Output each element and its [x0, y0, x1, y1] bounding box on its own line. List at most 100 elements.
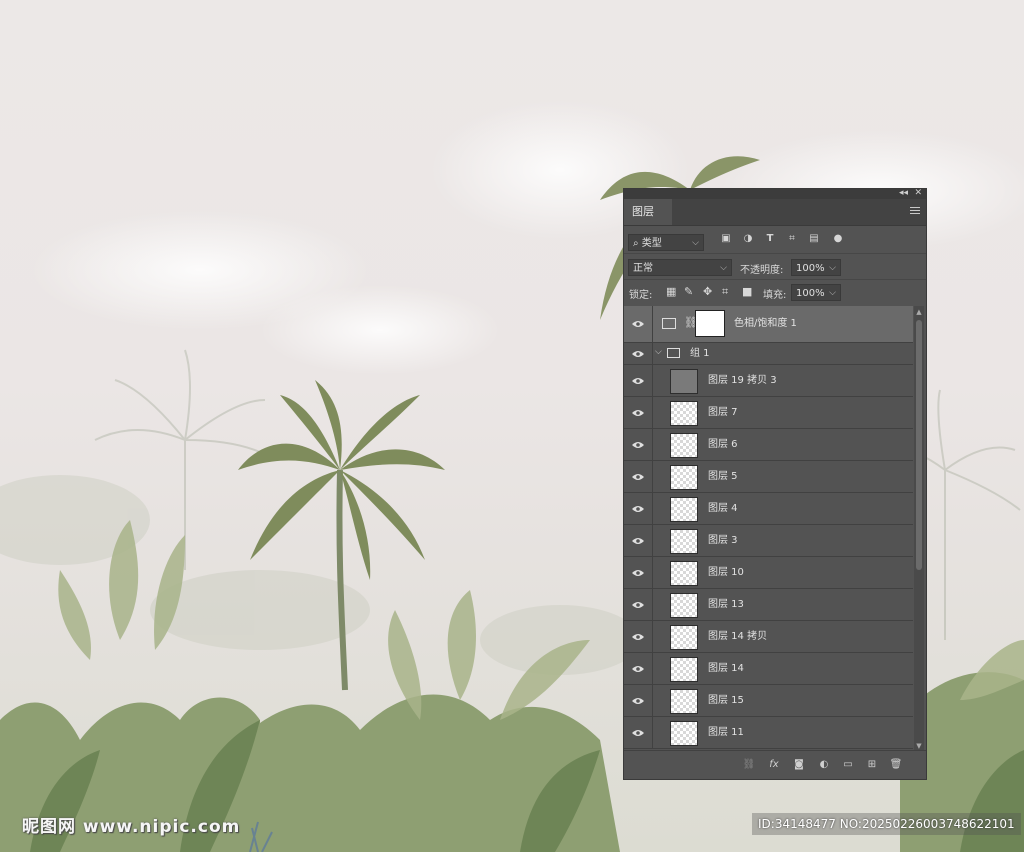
link-layers-icon[interactable]: ⛓ — [742, 759, 756, 771]
eye-icon[interactable] — [632, 441, 644, 449]
panel-menu-icon[interactable] — [910, 207, 920, 216]
adjustment-icon — [662, 318, 676, 329]
layer-row[interactable]: 图层 13 — [624, 589, 913, 621]
eye-icon[interactable] — [632, 350, 644, 358]
layer-name: 图层 5 — [708, 470, 738, 482]
blend-row: 正常 ⌵ 不透明度: 100% ⌵ — [624, 253, 926, 278]
lock-brush-icon[interactable]: ✎ — [684, 285, 693, 298]
layer-row[interactable]: 图层 3 — [624, 525, 913, 557]
lock-transparent-icon[interactable]: ▦ — [666, 285, 676, 298]
eye-icon[interactable] — [632, 377, 644, 385]
layer-name: 图层 6 — [708, 438, 738, 450]
layer-name: 图层 7 — [708, 406, 738, 418]
scroll-down-icon[interactable]: ▼ — [914, 742, 924, 750]
layers-scrollbar[interactable]: ▲ ▼ — [914, 306, 924, 752]
image-id-watermark: ID:34148477 NO:20250226003748622101 — [752, 813, 1021, 835]
layer-row[interactable]: 图层 6 — [624, 429, 913, 461]
layer-thumbnail[interactable] — [670, 689, 698, 714]
layer-row[interactable]: 图层 10 — [624, 557, 913, 589]
layer-mask-thumbnail[interactable] — [695, 310, 725, 337]
eye-icon[interactable] — [632, 409, 644, 417]
layer-row[interactable]: 图层 7 — [624, 397, 913, 429]
add-mask-icon[interactable]: ◙ — [792, 759, 806, 771]
opacity-field[interactable]: 100% ⌵ — [791, 259, 841, 276]
chevron-down-icon[interactable]: ⌵ — [655, 347, 662, 357]
eye-icon[interactable] — [632, 537, 644, 545]
adjustment-layer-icon[interactable]: ◐ — [817, 759, 831, 771]
layer-thumbnail[interactable] — [670, 401, 698, 426]
layer-thumbnail[interactable] — [670, 465, 698, 490]
eye-icon[interactable] — [632, 633, 644, 641]
layer-thumbnail[interactable] — [670, 657, 698, 682]
tab-layers[interactable]: 图层 — [624, 199, 672, 225]
scrollbar-thumb[interactable] — [916, 320, 922, 570]
fx-icon[interactable]: fx — [767, 759, 781, 771]
chevron-down-icon: ⌵ — [692, 238, 699, 248]
eye-icon[interactable] — [632, 473, 644, 481]
eye-icon[interactable] — [632, 601, 644, 609]
panel-titlebar[interactable]: ◂◂ ✕ — [624, 188, 926, 199]
close-icon[interactable]: ✕ — [914, 188, 922, 198]
adjustment-filter-icon[interactable]: ◑ — [741, 233, 755, 245]
eye-icon[interactable] — [632, 505, 644, 513]
opacity-label: 不透明度: — [740, 265, 784, 276]
smart-object-filter-icon[interactable]: ▤ — [807, 233, 821, 245]
lock-all-icon[interactable]: ■ — [742, 285, 752, 298]
scroll-up-icon[interactable]: ▲ — [914, 308, 924, 316]
layers-list: ⛓ 色相/饱和度 1 ⌵ 组 1 图层 19 拷贝 3 图层 7 图层 6 图层… — [624, 306, 913, 752]
layer-row[interactable]: 图层 5 — [624, 461, 913, 493]
layer-row[interactable]: 图层 14 拷贝 — [624, 621, 913, 653]
layers-panel: ◂◂ ✕ 图层 ⌕ 类型 ⌵ ▣ ◑ T ⌗ ▤ ● 正常 ⌵ 不透明度: 10… — [623, 188, 927, 780]
layer-name: 图层 13 — [708, 598, 744, 610]
eye-icon[interactable] — [632, 569, 644, 577]
group-row[interactable]: ⌵ 组 1 — [624, 343, 913, 365]
layer-name: 图层 14 拷贝 — [708, 630, 768, 642]
filter-toggle-icon[interactable]: ● — [831, 233, 845, 245]
layer-row[interactable]: 图层 19 拷贝 3 — [624, 365, 913, 397]
search-icon: ⌕ — [633, 238, 639, 249]
layer-row[interactable]: 图层 11 — [624, 717, 913, 749]
layer-name: 图层 15 — [708, 694, 744, 706]
fill-label: 填充: — [763, 290, 787, 301]
layer-thumbnail[interactable] — [670, 497, 698, 522]
lock-row: 锁定: ▦ ✎ ✥ ⌗ ■ 填充: 100% ⌵ — [624, 279, 926, 304]
layer-name: 图层 3 — [708, 534, 738, 546]
layer-row[interactable]: 图层 4 — [624, 493, 913, 525]
layer-thumbnail[interactable] — [670, 529, 698, 554]
delete-layer-icon[interactable]: 🗑 — [889, 759, 903, 771]
chevron-down-icon: ⌵ — [829, 263, 836, 273]
new-layer-icon[interactable]: ⊞ — [865, 759, 879, 771]
layer-name: 图层 4 — [708, 502, 738, 514]
filter-kind-select[interactable]: ⌕ 类型 ⌵ — [628, 234, 704, 251]
lock-label: 锁定: — [629, 290, 653, 301]
type-filter-icon[interactable]: T — [763, 233, 777, 245]
layer-name: 图层 11 — [708, 726, 744, 738]
new-group-icon[interactable]: ▭ — [841, 759, 855, 771]
fill-field[interactable]: 100% ⌵ — [791, 284, 841, 301]
blend-mode-select[interactable]: 正常 ⌵ — [628, 259, 732, 276]
layer-row[interactable]: 图层 15 — [624, 685, 913, 717]
blend-mode-value: 正常 — [633, 263, 653, 274]
layer-thumbnail[interactable] — [670, 593, 698, 618]
layer-thumbnail[interactable] — [670, 625, 698, 650]
eye-icon[interactable] — [632, 665, 644, 673]
layer-thumbnail[interactable] — [670, 561, 698, 586]
layer-row[interactable]: 图层 14 — [624, 653, 913, 685]
layer-name: 色相/饱和度 1 — [734, 318, 797, 329]
layer-thumbnail[interactable] — [670, 721, 698, 746]
eye-icon[interactable] — [632, 697, 644, 705]
layer-row[interactable]: ⛓ 色相/饱和度 1 — [624, 306, 913, 343]
layer-thumbnail[interactable] — [670, 433, 698, 458]
lock-artboard-icon[interactable]: ⌗ — [722, 285, 728, 299]
collapse-icon[interactable]: ◂◂ — [899, 188, 908, 198]
eye-icon[interactable] — [632, 320, 644, 328]
layer-name: 图层 19 拷贝 3 — [708, 374, 777, 386]
filter-kind-label: 类型 — [641, 238, 662, 249]
image-filter-icon[interactable]: ▣ — [719, 233, 733, 245]
fill-value: 100% — [796, 288, 825, 299]
eye-icon[interactable] — [632, 729, 644, 737]
layer-thumbnail[interactable] — [670, 369, 698, 394]
lock-move-icon[interactable]: ✥ — [703, 285, 712, 298]
shape-filter-icon[interactable]: ⌗ — [785, 233, 799, 245]
folder-icon — [667, 348, 680, 358]
